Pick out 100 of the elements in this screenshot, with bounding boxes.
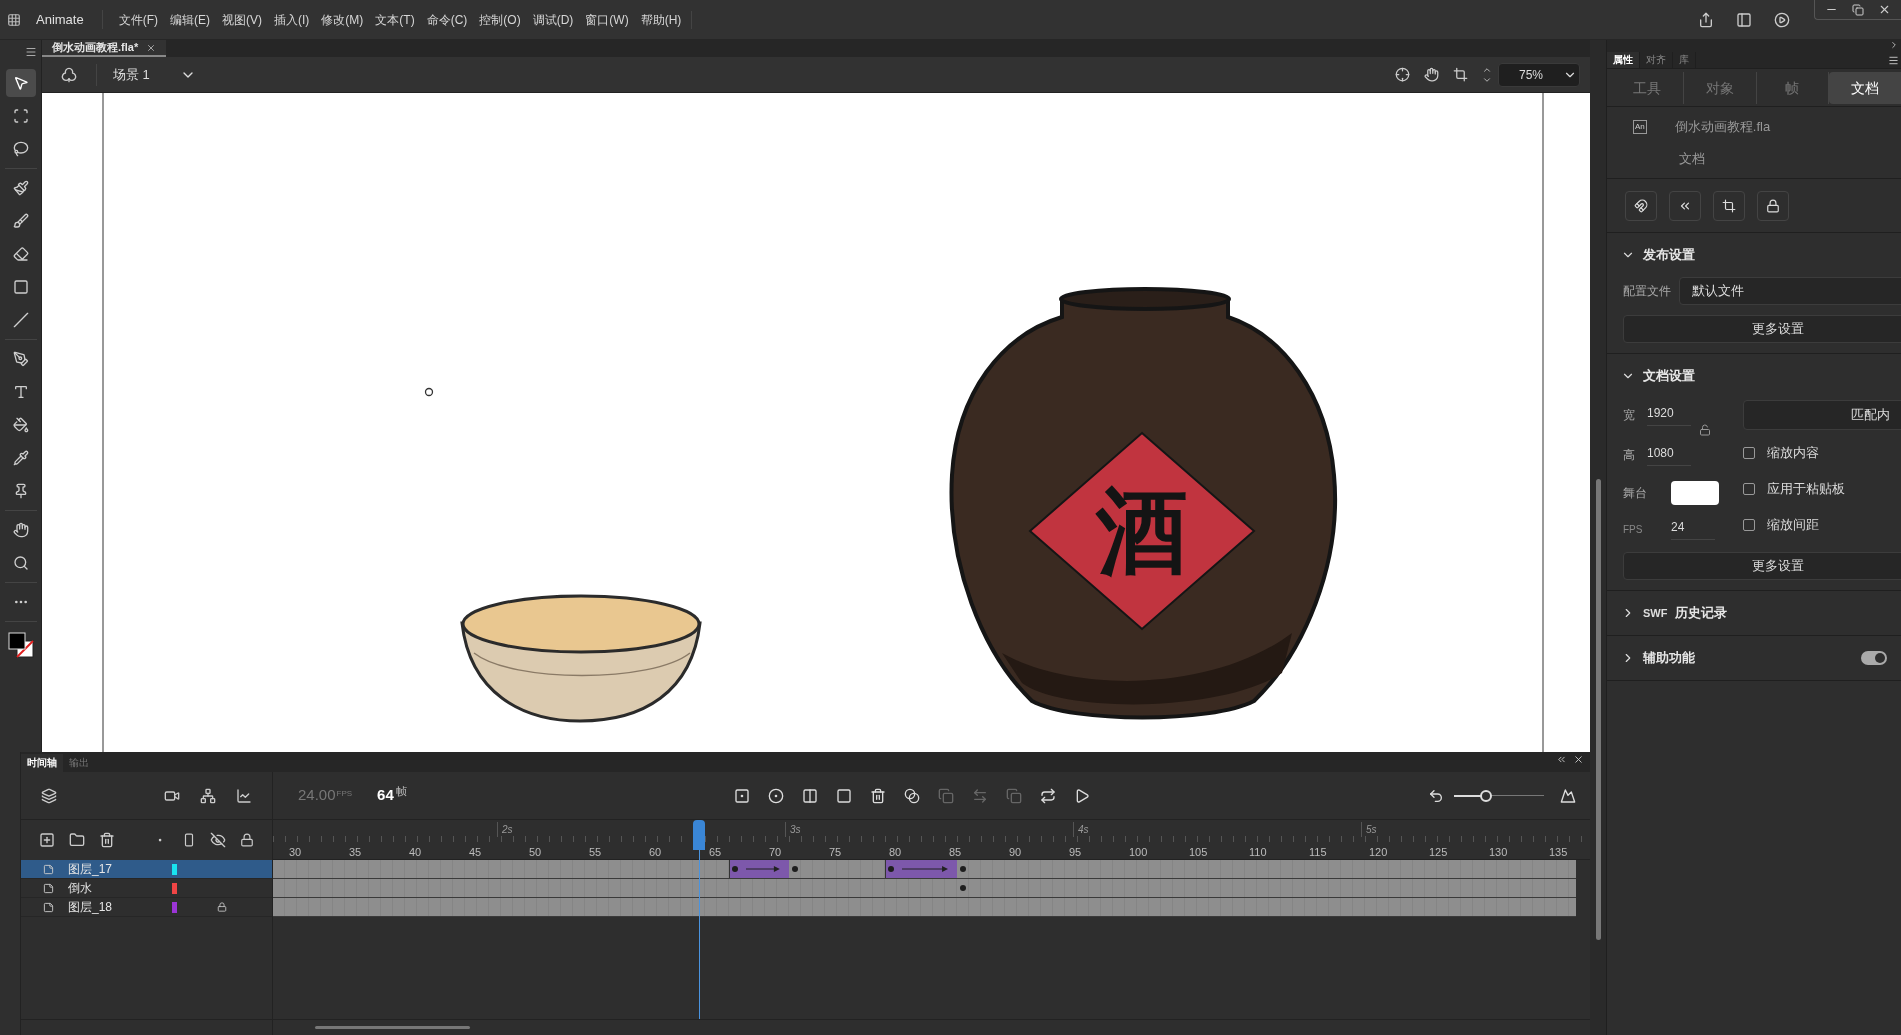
tween-arrow-icon <box>746 865 780 873</box>
menu-item[interactable]: 调试(D) <box>532 10 574 29</box>
menu-item[interactable]: 窗口(W) <box>585 10 629 29</box>
zoom-dropdown[interactable]: 75% <box>1498 62 1580 87</box>
toggle-switch[interactable] <box>1861 651 1887 665</box>
play-icon[interactable] <box>1774 11 1790 28</box>
menu-item[interactable]: 编辑(E) <box>170 10 211 29</box>
panel-tab[interactable]: 对齐 <box>1640 52 1673 68</box>
menu-item[interactable]: 命令(C) <box>426 10 468 29</box>
checkbox-label: 缩放间距 <box>1767 516 1819 535</box>
layer-frames[interactable] <box>273 879 1576 898</box>
motion-tween[interactable] <box>729 860 789 878</box>
restore-icon[interactable] <box>1852 3 1864 16</box>
collapse-icon[interactable] <box>1556 754 1567 765</box>
share-icon[interactable] <box>1698 11 1714 28</box>
outline-icon[interactable] <box>182 833 196 847</box>
section-header[interactable]: 辅助功能 <box>1607 646 1901 670</box>
insert-keyframe-icon[interactable] <box>734 787 751 804</box>
section-header[interactable]: SWF 历史记录 <box>1607 601 1901 625</box>
workspace-icon[interactable] <box>1736 11 1752 28</box>
panel-menu-icon[interactable] <box>1888 55 1899 66</box>
toolbar-menu-icon[interactable] <box>25 46 37 58</box>
checkbox[interactable] <box>1743 447 1755 459</box>
frame-number: 80 <box>889 845 902 860</box>
paste-frames-icon[interactable] <box>1006 787 1023 804</box>
close-icon[interactable] <box>1878 3 1891 16</box>
layer-row[interactable]: 倒水 <box>21 879 272 898</box>
timeline-tab[interactable]: 时间轴 <box>21 754 63 772</box>
reverse-icon[interactable] <box>972 787 989 804</box>
lock-icon[interactable] <box>1757 190 1789 221</box>
frame-number: 40 <box>409 845 422 860</box>
link-lock-icon[interactable] <box>1699 424 1711 436</box>
insert-frame-icon[interactable] <box>802 787 819 804</box>
reset-zoom-icon[interactable] <box>1428 787 1444 804</box>
selection-tool-icon[interactable] <box>5 69 36 97</box>
playhead[interactable] <box>693 820 705 1019</box>
panel-tab[interactable]: 属性 <box>1607 52 1640 68</box>
new-folder-icon[interactable] <box>69 832 85 848</box>
timeline-zoom-slider[interactable] <box>1454 788 1544 803</box>
close-panel-icon[interactable] <box>1573 754 1584 765</box>
section-header[interactable]: 发布设置 <box>1607 243 1901 267</box>
frame-number: 95 <box>1069 845 1082 860</box>
panel-tab[interactable]: 库 <box>1673 52 1696 68</box>
layer-row[interactable]: 图层_18 <box>21 898 272 917</box>
auto-keyframe-icon[interactable] <box>836 787 853 804</box>
symbol-icon[interactable] <box>61 66 77 83</box>
menu-item[interactable]: 修改(M) <box>321 10 364 29</box>
frame-number: 120 <box>1369 845 1388 860</box>
height-field[interactable]: 1080 <box>1647 444 1691 466</box>
play-timeline-icon[interactable] <box>1074 787 1091 804</box>
parenting-icon[interactable] <box>200 787 216 804</box>
document-tab[interactable]: 倒水动画教程.fla* <box>42 40 167 57</box>
menu-item[interactable]: 文本(T) <box>375 10 415 29</box>
clear-keyframe-icon[interactable] <box>870 787 887 804</box>
more-settings-button[interactable]: 更多设置 <box>1623 315 1901 343</box>
vertical-scrollbar[interactable] <box>1595 479 1601 940</box>
layers-icon[interactable] <box>41 787 57 804</box>
motion-tween[interactable] <box>884 860 957 878</box>
menu-item[interactable]: 控制(O) <box>479 10 521 29</box>
close-tab-icon[interactable] <box>146 42 157 53</box>
menu-item[interactable]: 视图(V) <box>222 10 263 29</box>
stroke-fill-color-icon[interactable] <box>6 630 35 660</box>
menu-item[interactable]: 文件(F) <box>118 10 159 29</box>
slider-thumb[interactable] <box>1480 789 1493 802</box>
fps-field[interactable]: 24 <box>1671 518 1715 540</box>
clip-stage-icon[interactable] <box>1453 67 1468 82</box>
graph-icon[interactable] <box>236 787 252 804</box>
hide-layers-icon[interactable] <box>210 832 226 848</box>
layer-frames[interactable] <box>273 898 1576 917</box>
match-contents-button[interactable]: 匹配内 <box>1743 400 1901 430</box>
menu-item[interactable]: 帮助(H) <box>640 10 682 29</box>
horizontal-scrollbar[interactable] <box>315 1026 470 1029</box>
lock-layers-icon[interactable] <box>240 833 254 847</box>
more-settings-button[interactable]: 更多设置 <box>1623 552 1901 580</box>
panel-grid-icon[interactable] <box>7 12 21 27</box>
section-header[interactable]: 文档设置 <box>1607 364 1901 388</box>
current-frame[interactable]: 64$^{帧}$ <box>377 784 407 807</box>
properties-subtab[interactable]: 文档 <box>1829 71 1901 104</box>
checkbox[interactable] <box>1743 519 1755 531</box>
checkbox[interactable] <box>1743 483 1755 495</box>
blank-keyframe-icon[interactable] <box>768 787 785 804</box>
scene-name[interactable]: 场景 1 <box>113 64 150 85</box>
new-layer-icon[interactable] <box>39 832 55 848</box>
layer-frames[interactable] <box>273 860 1576 879</box>
delete-layer-icon[interactable] <box>99 832 115 848</box>
layer-lock-icon[interactable] <box>217 902 227 912</box>
snap-icon[interactable] <box>1625 190 1657 221</box>
center-stage-icon[interactable] <box>1395 67 1410 82</box>
width-field[interactable]: 1920 <box>1647 404 1691 426</box>
profile-dropdown[interactable]: 默认文件 <box>1679 277 1901 305</box>
edit-multiple-icon[interactable] <box>938 787 955 804</box>
layer-row[interactable]: 图层_17 <box>21 860 272 879</box>
timeline-tab[interactable]: 输出 <box>63 754 95 772</box>
onion-skin-icon[interactable] <box>904 787 921 804</box>
loop-icon[interactable] <box>1040 787 1057 804</box>
expand-panel-icon[interactable] <box>1889 40 1899 50</box>
rotate-hand-icon[interactable] <box>1424 67 1439 82</box>
menu-item[interactable]: 插入(I) <box>274 10 310 29</box>
stage-color-swatch[interactable] <box>1671 481 1719 505</box>
frame-number: 55 <box>589 845 602 860</box>
